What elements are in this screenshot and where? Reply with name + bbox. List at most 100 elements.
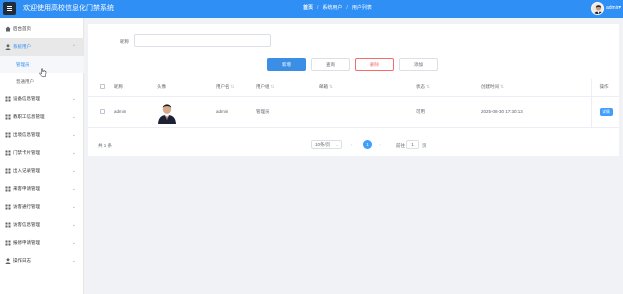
app-title: 欢迎使用高校信息化门禁系统 (23, 5, 114, 12)
sidebar-item-system-users[interactable]: 系统用户 ⌃ (0, 38, 84, 56)
sidebar-item-label: 访客信息管理 (13, 222, 40, 227)
mouse-pointer-icon (39, 65, 47, 77)
page-size-value: 10条/页 (315, 142, 331, 147)
next-page-icon[interactable]: › (379, 140, 381, 150)
column-header-created[interactable]: 创建时间⇅ (479, 79, 592, 97)
chevron-down-icon: ⌄ (335, 142, 339, 147)
page-size-select[interactable]: 10条/页 ⌄ (311, 140, 342, 149)
chevron-down-icon: ⌄ (72, 168, 76, 173)
total-count: 共 1 条 (98, 143, 113, 148)
detail-button[interactable]: 详情 (599, 107, 613, 116)
menu-toggle-icon[interactable] (3, 2, 16, 15)
sidebar-item-label: 教职工信息管理 (13, 114, 45, 119)
grid-icon (5, 132, 11, 138)
sidebar-item-access-records[interactable]: 出入记录管理 ⌄ (0, 162, 84, 180)
column-header-label: 头像 (157, 84, 166, 90)
chevron-down-icon: ⌄ (72, 132, 76, 137)
select-all-checkbox-cell[interactable] (88, 79, 112, 97)
chevron-down-icon: ⌄ (72, 204, 76, 209)
goto-page-input[interactable]: 1 (406, 140, 419, 149)
cell-email (317, 96, 414, 128)
sidebar-item-label: 门禁卡片管理 (13, 150, 40, 155)
sidebar-item-visitor-requests[interactable]: 来客申请管理 ⌄ (0, 180, 84, 198)
breadcrumb-system-users[interactable]: 系统用户 (322, 4, 342, 13)
sidebar-item-device[interactable]: 设备信息管理 ⌄ (0, 90, 84, 108)
chevron-down-icon: ⌄ (72, 114, 76, 119)
cell-username: admin (214, 96, 254, 128)
query-button[interactable]: 查询 (311, 58, 350, 71)
grid-icon (5, 240, 11, 246)
grid-icon (5, 96, 11, 102)
grid-icon (5, 204, 11, 210)
sidebar-item-label: 后台首页 (13, 26, 31, 31)
chevron-down-icon: ⌄ (72, 186, 76, 191)
user-icon (5, 44, 11, 50)
chevron-down-icon: ⌄ (72, 258, 76, 263)
column-header-actions: 操作 (591, 79, 619, 97)
column-header-label: 用户名 (216, 84, 230, 90)
grid-icon (5, 168, 11, 174)
add-button[interactable]: 新增 (267, 58, 306, 71)
sidebar-item-home[interactable]: 后台首页 (0, 20, 84, 38)
person-icon (5, 258, 11, 264)
sidebar-item-label: 出境信息管理 (13, 132, 40, 137)
column-header-email[interactable]: 邮箱⇅ (317, 79, 414, 97)
column-header-status[interactable]: 状态⇅ (414, 79, 479, 97)
sidebar-item-label: 出入记录管理 (13, 168, 40, 173)
sidebar-item-visitor-pass[interactable]: 访客通行管理 ⌄ (0, 198, 84, 216)
sidebar-item-cards[interactable]: 门禁卡片管理 ⌄ (0, 144, 84, 162)
row-checkbox[interactable] (100, 108, 105, 114)
sidebar-item-repair-requests[interactable]: 报修申请管理 ⌄ (0, 234, 84, 252)
user-name[interactable]: admin (606, 4, 620, 13)
sort-icon[interactable]: ⇅ (500, 84, 504, 89)
sidebar-item-visitor-info[interactable]: 访客信息管理 ⌄ (0, 216, 84, 234)
user-avatar[interactable] (591, 2, 604, 15)
grid-icon (5, 114, 11, 120)
page-number-current[interactable]: 1 (363, 140, 372, 149)
cell-nickname: admin (112, 96, 155, 128)
cell-actions: 详情 (591, 96, 619, 128)
select-all-checkbox[interactable] (100, 84, 105, 90)
delete-button[interactable]: 删除 (355, 58, 394, 71)
top-header: 欢迎使用高校信息化门禁系统 首页 / 系统用户 / 用户列表 admin ▾ (0, 0, 623, 18)
column-header-username[interactable]: 用户名⇅ (214, 79, 254, 97)
breadcrumb-separator: / (346, 5, 348, 11)
chevron-down-icon: ⌄ (72, 222, 76, 227)
sort-icon[interactable]: ⇅ (271, 84, 275, 89)
nickname-search-input[interactable] (134, 34, 271, 47)
main-panel: 昵称 新增 查询 删除 添加 昵称 头像 用户名⇅ 用户组⇅ 邮箱⇅ 状态⇅ 创… (88, 24, 619, 156)
chevron-up-icon: ⌃ (72, 44, 76, 49)
users-table: 昵称 头像 用户名⇅ 用户组⇅ 邮箱⇅ 状态⇅ 创建时间⇅ 操作 admin a… (88, 79, 619, 128)
sort-icon[interactable]: ⇅ (426, 84, 430, 89)
home-icon (5, 26, 11, 32)
sidebar-item-exit[interactable]: 出境信息管理 ⌄ (0, 126, 84, 144)
column-header-label: 邮箱 (319, 84, 328, 90)
prev-page-icon[interactable]: ‹ (351, 140, 353, 150)
chevron-down-icon: ⌄ (72, 150, 76, 155)
column-header-label: 操作 (599, 84, 609, 90)
sort-icon[interactable]: ⇅ (231, 84, 235, 89)
column-header-group[interactable]: 用户组⇅ (254, 79, 317, 97)
sidebar-item-operation-log[interactable]: 操作日志 ⌄ (0, 252, 84, 270)
nickname-label: 昵称 (120, 39, 129, 44)
sidebar-subitem-label: 普通用户 (16, 79, 34, 84)
row-checkbox-cell[interactable] (88, 96, 112, 128)
sidebar-item-label: 来客申请管理 (13, 186, 40, 191)
table-header-row: 昵称 头像 用户名⇅ 用户组⇅ 邮箱⇅ 状态⇅ 创建时间⇅ 操作 (88, 79, 619, 97)
column-header-label: 状态 (416, 84, 425, 90)
column-header-label: 用户组 (256, 84, 270, 90)
table-row[interactable]: admin admin 管理员 可用 2025-08-30 17:30:13 详… (88, 96, 619, 128)
column-header-nickname[interactable]: 昵称 (112, 79, 155, 97)
page-unit-label: 页 (422, 143, 427, 148)
sidebar-item-staff[interactable]: 教职工信息管理 ⌄ (0, 108, 84, 126)
breadcrumb: 首页 / 系统用户 / 用户列表 (303, 4, 372, 13)
breadcrumb-home[interactable]: 首页 (303, 4, 313, 13)
add-secondary-button[interactable]: 添加 (399, 58, 438, 71)
column-header-avatar: 头像 (155, 79, 214, 97)
chevron-down-icon: ⌄ (72, 96, 76, 101)
sidebar-item-label: 访客通行管理 (13, 204, 40, 209)
sort-icon[interactable]: ⇅ (329, 84, 333, 89)
user-menu-caret-icon[interactable]: ▾ (619, 4, 621, 9)
sidebar: 后台首页 系统用户 ⌃ 管理员 普通用户 设备信息管理 ⌄ 教职工信息管理 ⌄ … (0, 18, 84, 294)
sidebar-item-label: 系统用户 (13, 44, 31, 49)
